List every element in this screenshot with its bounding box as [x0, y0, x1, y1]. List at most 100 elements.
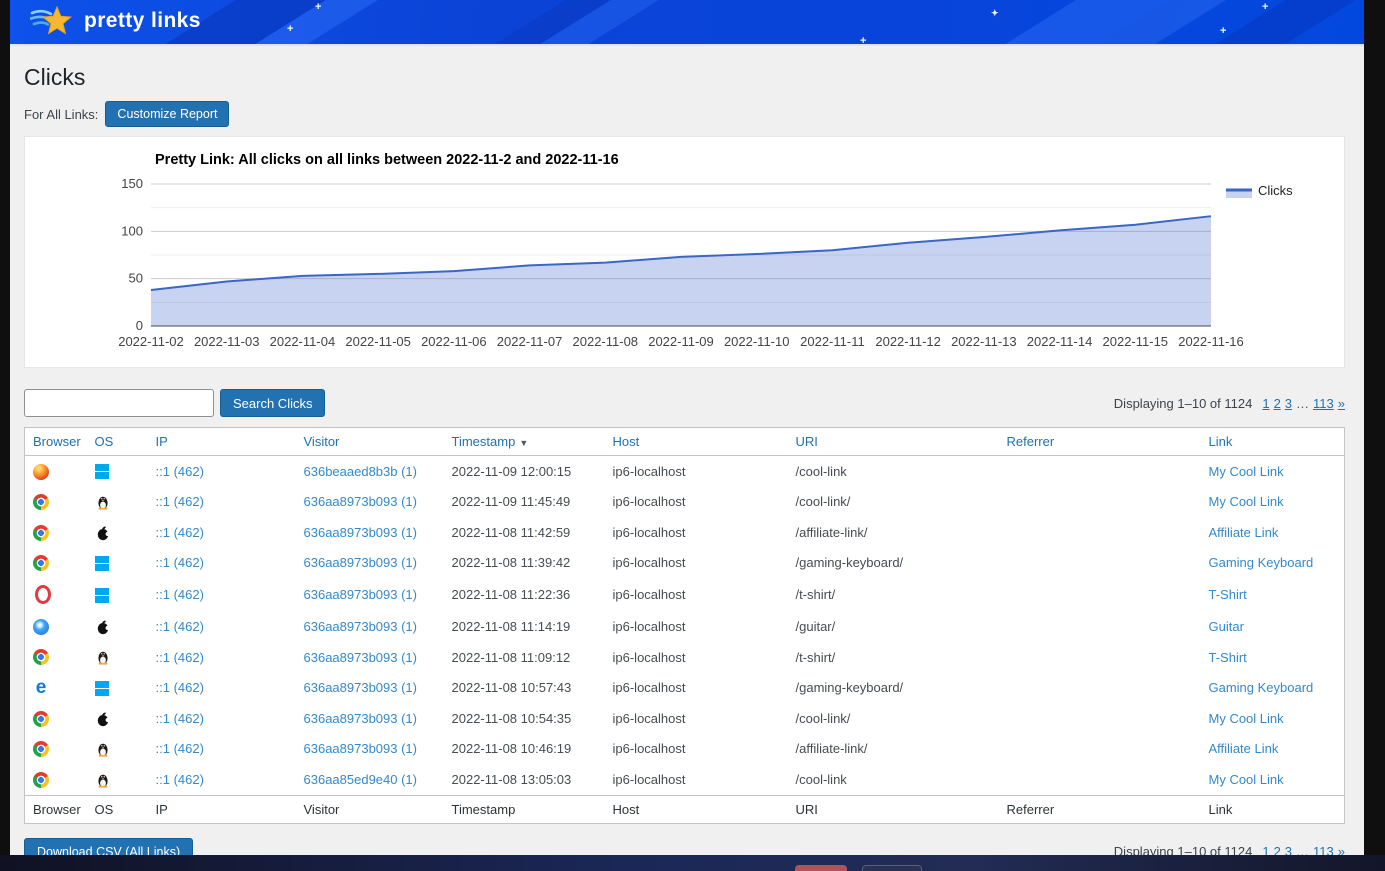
- visitor-link[interactable]: 636aa8973b093 (1): [304, 680, 418, 695]
- cell-link: My Cool Link: [1201, 764, 1345, 795]
- table-row: ::1 (462)636aa8973b093 (1)2022-11-08 10:…: [25, 672, 1345, 703]
- visitor-link[interactable]: 636beaaed8b3b (1): [304, 464, 418, 479]
- col-header-uri[interactable]: URI: [788, 428, 999, 456]
- ip-link[interactable]: ::1 (462): [156, 587, 204, 602]
- table-row: ::1 (462)636aa8973b093 (1)2022-11-08 10:…: [25, 734, 1345, 765]
- page-link-3[interactable]: 3: [1285, 844, 1292, 855]
- pretty-link-link[interactable]: Affiliate Link: [1209, 525, 1279, 540]
- page-link-2[interactable]: 2: [1274, 396, 1281, 411]
- search-clicks-button[interactable]: Search Clicks: [220, 389, 325, 417]
- svg-text:2022-11-03: 2022-11-03: [194, 334, 260, 349]
- cell-referrer: [999, 517, 1201, 548]
- visitor-link[interactable]: 636aa8973b093 (1): [304, 741, 418, 756]
- svg-text:2022-11-09: 2022-11-09: [648, 334, 714, 349]
- cell-link: My Cool Link: [1201, 456, 1345, 487]
- cell-visitor: 636aa85ed9e40 (1): [296, 764, 444, 795]
- ip-link[interactable]: ::1 (462): [156, 650, 204, 665]
- visitor-link[interactable]: 636aa8973b093 (1): [304, 587, 418, 602]
- cell-timestamp: 2022-11-08 11:42:59: [444, 517, 605, 548]
- hidden-red-button: [795, 865, 847, 871]
- page-link-1[interactable]: 1: [1262, 844, 1269, 855]
- ip-link[interactable]: ::1 (462): [156, 741, 204, 756]
- table-row: ::1 (462) 636aa8973b093 (1) 2022-11-08 11:…: [25, 517, 1345, 548]
- visitor-link[interactable]: 636aa85ed9e40 (1): [304, 772, 418, 787]
- ip-link[interactable]: ::1 (462): [156, 772, 204, 787]
- svg-text:2022-11-16: 2022-11-16: [1178, 334, 1244, 349]
- hidden-gray-button: [862, 865, 922, 871]
- page-link-113[interactable]: 113: [1313, 396, 1334, 411]
- pretty-link-link[interactable]: Guitar: [1209, 619, 1244, 634]
- ip-link[interactable]: ::1 (462): [156, 619, 204, 634]
- displaying-count: Displaying 1–10 of 1124: [1114, 844, 1253, 855]
- windows-icon: [95, 464, 110, 479]
- page-link-3[interactable]: 3: [1285, 396, 1292, 411]
- clicks-area-chart: 0501001502022-11-022022-11-032022-11-042…: [25, 137, 1344, 365]
- chrome-icon: [33, 711, 49, 727]
- cell-ip: ::1 (462): [148, 456, 296, 487]
- cell-visitor: 636aa8973b093 (1): [296, 672, 444, 703]
- ip-link[interactable]: ::1 (462): [156, 680, 204, 695]
- pretty-link-link[interactable]: Gaming Keyboard: [1209, 680, 1314, 695]
- visitor-link[interactable]: 636aa8973b093 (1): [304, 555, 418, 570]
- col-header-timestamp[interactable]: Timestamp▼: [444, 428, 605, 456]
- customize-report-button[interactable]: Customize Report: [105, 101, 229, 127]
- table-row: ::1 (462)636aa85ed9e40 (1)2022-11-08 13:…: [25, 764, 1345, 795]
- svg-text:2022-11-11: 2022-11-11: [800, 334, 865, 349]
- cell-host: ip6-localhost: [605, 734, 788, 765]
- ip-link[interactable]: ::1 (462): [156, 555, 204, 570]
- ip-link[interactable]: ::1 (462): [156, 525, 204, 540]
- page-link-1[interactable]: 1: [1262, 396, 1269, 411]
- visitor-link[interactable]: 636aa8973b093 (1): [304, 650, 418, 665]
- pretty-link-link[interactable]: Gaming Keyboard: [1209, 555, 1314, 570]
- pretty-link-link[interactable]: My Cool Link: [1209, 494, 1284, 509]
- table-row: ::1 (462)636aa8973b093 (1)2022-11-08 10:…: [25, 703, 1345, 734]
- col-header-referrer[interactable]: Referrer: [999, 428, 1201, 456]
- visitor-link[interactable]: 636aa8973b093 (1): [304, 619, 418, 634]
- report-row: For All Links: Customize Report: [24, 101, 1345, 127]
- visitor-link[interactable]: 636aa8973b093 (1): [304, 711, 418, 726]
- cell-browser: [25, 611, 87, 642]
- cell-visitor: 636aa8973b093 (1): [296, 487, 444, 518]
- col-header-browser[interactable]: Browser: [25, 428, 87, 456]
- search-input[interactable]: [24, 389, 214, 417]
- col-header-visitor[interactable]: Visitor: [296, 428, 444, 456]
- cell-browser: [25, 734, 87, 765]
- pretty-link-link[interactable]: T-Shirt: [1209, 650, 1247, 665]
- cell-uri: /cool-link/: [788, 487, 999, 518]
- pretty-link-link[interactable]: T-Shirt: [1209, 587, 1247, 602]
- edge-icon: [33, 680, 49, 696]
- visitor-link[interactable]: 636aa8973b093 (1): [304, 494, 418, 509]
- visitor-link[interactable]: 636aa8973b093 (1): [304, 525, 418, 540]
- col-header-os[interactable]: OS: [87, 428, 148, 456]
- pretty-link-link[interactable]: My Cool Link: [1209, 464, 1284, 479]
- page-link-2[interactable]: 2: [1274, 844, 1281, 855]
- download-csv-button[interactable]: Download CSV (All Links): [24, 838, 193, 855]
- page-link-»[interactable]: »: [1338, 396, 1345, 411]
- cell-ip: ::1 (462): [148, 611, 296, 642]
- search-group: Search Clicks: [24, 389, 325, 417]
- col-header-host[interactable]: Host: [605, 428, 788, 456]
- page-ellipsis: …: [1296, 844, 1309, 855]
- svg-text:100: 100: [121, 223, 143, 238]
- col-header-ip[interactable]: IP: [148, 428, 296, 456]
- cell-host: ip6-localhost: [605, 456, 788, 487]
- pretty-links-logo[interactable]: pretty links: [30, 4, 201, 38]
- pretty-link-link[interactable]: Affiliate Link: [1209, 741, 1279, 756]
- clicks-table-body: ::1 (462)636beaaed8b3b (1)2022-11-09 12:…: [25, 456, 1345, 796]
- pretty-link-link[interactable]: My Cool Link: [1209, 711, 1284, 726]
- ip-link[interactable]: ::1 (462): [156, 494, 204, 509]
- pretty-links-banner: pretty links: [10, 0, 1364, 46]
- cell-browser: [25, 487, 87, 518]
- page-title: Clicks: [24, 63, 1345, 91]
- ip-link[interactable]: ::1 (462): [156, 464, 204, 479]
- ip-link[interactable]: ::1 (462): [156, 711, 204, 726]
- cell-uri: /affiliate-link/: [788, 517, 999, 548]
- cell-os: [87, 672, 148, 703]
- cell-host: ip6-localhost: [605, 642, 788, 673]
- firefox-icon: [33, 464, 49, 480]
- page-link-»[interactable]: »: [1338, 844, 1345, 855]
- cell-link: Gaming Keyboard: [1201, 548, 1345, 579]
- pretty-link-link[interactable]: My Cool Link: [1209, 772, 1284, 787]
- col-header-link[interactable]: Link: [1201, 428, 1345, 456]
- page-link-113[interactable]: 113: [1313, 844, 1334, 855]
